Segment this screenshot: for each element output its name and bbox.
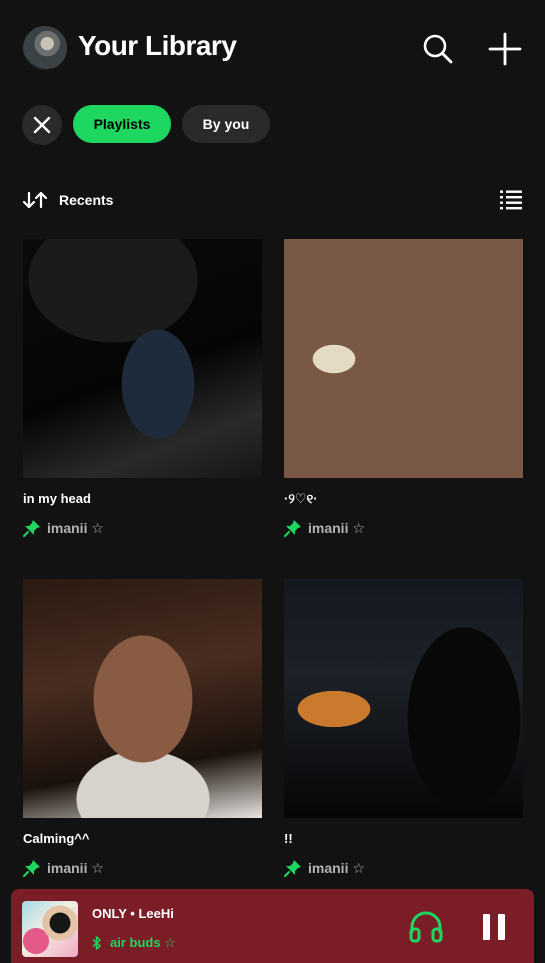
playlist-owner: imanii ☆ [47,519,104,536]
sort-label[interactable]: Recents [59,192,113,208]
track-title: ONLY • LeeHi [92,906,174,921]
output-device[interactable]: air buds ☆ [92,935,176,951]
profile-avatar[interactable] [23,26,67,70]
album-art [22,901,78,957]
playlist-cover [284,239,523,478]
playlist-owner: imanii ☆ [308,859,365,876]
playlist-card[interactable]: Calming^^ imanii ☆ [23,579,262,877]
pin-icon [23,859,41,877]
playlist-owner-row: imanii ☆ [23,859,104,877]
playlist-owner: imanii ☆ [47,859,104,876]
playlist-owner: imanii ☆ [308,519,365,536]
library-header: Your Library [0,0,545,100]
playlist-card[interactable]: ·୨♡୧· imanii ☆ [284,239,523,537]
bluetooth-icon [92,936,102,950]
clear-filter-button[interactable] [22,105,62,145]
playlist-cover [284,579,523,818]
playlist-title: Calming^^ [23,831,90,846]
search-icon[interactable] [418,29,458,69]
playlist-owner-row: imanii ☆ [23,519,104,537]
filter-chips: Playlists By you [0,105,545,145]
playlist-title: in my head [23,491,91,506]
device-name: air buds ☆ [110,935,176,950]
playlist-card[interactable]: in my head imanii ☆ [23,239,262,537]
headphones-icon[interactable] [408,909,444,948]
playlist-owner-row: imanii ☆ [284,859,365,877]
list-view-icon[interactable] [499,189,523,216]
filter-playlists[interactable]: Playlists [73,105,171,143]
playlist-cover [23,239,262,478]
playlist-owner-row: imanii ☆ [284,519,365,537]
close-icon [33,116,51,134]
pin-icon [23,519,41,537]
now-playing-bar[interactable]: ONLY • LeeHi air buds ☆ [11,889,534,963]
playlist-title: !! [284,831,293,846]
pin-icon [284,859,302,877]
sort-bar: Recents [0,180,545,220]
page-title: Your Library [78,30,237,61]
pause-button[interactable] [481,912,507,947]
playlist-card[interactable]: !! imanii ☆ [284,579,523,877]
pin-icon [284,519,302,537]
filter-by-you[interactable]: By you [182,105,270,143]
plus-icon[interactable] [485,29,525,69]
sort-arrows-icon[interactable] [22,190,50,215]
playlist-cover [23,579,262,818]
playlist-title: ·୨♡୧· [284,491,318,506]
